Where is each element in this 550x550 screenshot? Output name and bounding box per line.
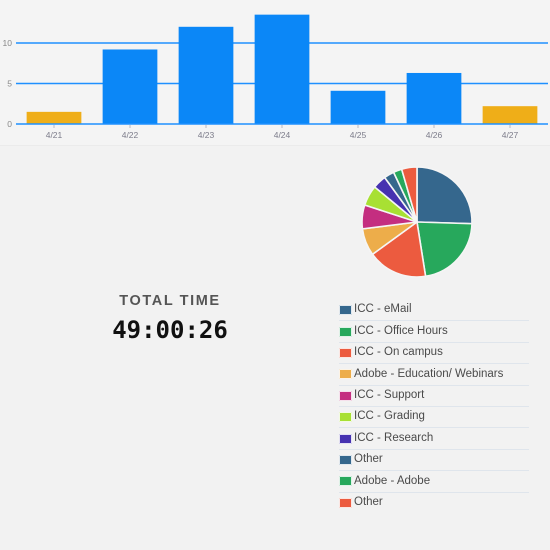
- legend-item[interactable]: ICC - Grading: [339, 407, 529, 429]
- legend-color-swatch-icon: [339, 412, 352, 423]
- pie-chart-panel: [345, 160, 495, 290]
- legend-item-label: Other: [354, 496, 383, 509]
- y-axis-tick-label: 0: [7, 119, 12, 129]
- bar-chart-y-axis-labels: 0 5 10: [3, 38, 13, 129]
- total-time-label: TOTAL TIME: [119, 293, 221, 309]
- bar[interactable]: [406, 72, 462, 124]
- legend-item-label: Adobe - Adobe: [354, 474, 431, 487]
- x-axis-tick-label: 4/24: [274, 130, 291, 140]
- legend-item[interactable]: Other: [339, 450, 529, 472]
- legend-color-swatch-icon: [339, 476, 352, 487]
- legend-color-swatch-icon: [339, 326, 352, 337]
- legend-item[interactable]: ICC - On campus: [339, 343, 529, 365]
- legend-item-label: ICC - Office Hours: [354, 324, 448, 337]
- legend-color-swatch-icon: [339, 433, 352, 444]
- legend-item[interactable]: Other: [339, 493, 529, 514]
- y-axis-tick-label: 5: [7, 79, 12, 89]
- legend-color-swatch-icon: [339, 347, 352, 358]
- dashboard-root: 0 5 10 4/21 4/22 4/23 4/24 4/25 4/26 4/27 TOTAL …: [0, 0, 550, 550]
- total-time-panel: TOTAL TIME 49:00:26: [55, 293, 285, 344]
- total-time-value: 49:00:26: [112, 316, 228, 344]
- legend-color-swatch-icon: [339, 454, 352, 465]
- bar[interactable]: [254, 14, 310, 124]
- x-axis-tick-label: 4/21: [46, 130, 63, 140]
- bar[interactable]: [26, 111, 82, 124]
- pie-chart-svg: [361, 166, 473, 278]
- x-axis-tick-label: 4/22: [122, 130, 139, 140]
- legend-color-swatch-icon: [339, 369, 352, 380]
- legend-item-label: ICC - Research: [354, 431, 434, 444]
- legend-color-swatch-icon: [339, 305, 352, 316]
- bar-chart-svg: 0 5 10 4/21 4/22 4/23 4/24 4/25 4/26 4/27: [3, 14, 548, 140]
- pie-chart-legend: ICC - eMail ICC - Office Hours ICC - On ca…: [339, 300, 529, 514]
- legend-item[interactable]: ICC - Research: [339, 428, 529, 450]
- bar-chart-x-axis-labels: 4/21 4/22 4/23 4/24 4/25 4/26 4/27: [46, 130, 519, 140]
- bar-chart-panel: 0 5 10 4/21 4/22 4/23 4/24 4/25 4/26 4/27: [0, 0, 550, 146]
- x-axis-tick-label: 4/26: [426, 130, 443, 140]
- legend-item-label: ICC - On campus: [354, 346, 443, 359]
- pie-chart-slices: [361, 166, 473, 278]
- legend-item[interactable]: Adobe - Adobe: [339, 471, 529, 493]
- x-axis-tick-label: 4/27: [502, 130, 519, 140]
- pie-slice[interactable]: [416, 166, 473, 225]
- legend-color-swatch-icon: [339, 390, 352, 401]
- legend-item-label: ICC - Grading: [354, 410, 425, 423]
- legend-item-label: Other: [354, 453, 383, 466]
- legend-item-label: Adobe - Education/ Webinars: [354, 367, 504, 380]
- legend-item-label: ICC - eMail: [354, 303, 412, 316]
- x-axis-tick-label: 4/25: [350, 130, 367, 140]
- bar[interactable]: [482, 106, 538, 124]
- bar-chart-x-ticks: [53, 125, 511, 128]
- legend-item[interactable]: ICC - Office Hours: [339, 321, 529, 343]
- bar[interactable]: [102, 49, 158, 125]
- pie-slice[interactable]: [416, 221, 473, 278]
- legend-item-label: ICC - Support: [354, 389, 425, 401]
- legend-item[interactable]: Adobe - Education/ Webinars: [339, 364, 529, 386]
- y-axis-tick-label: 10: [3, 38, 13, 48]
- bar[interactable]: [330, 90, 386, 124]
- legend-item[interactable]: ICC - Support: [339, 386, 529, 407]
- legend-color-swatch-icon: [339, 498, 352, 509]
- x-axis-tick-label: 4/23: [198, 130, 215, 140]
- legend-item[interactable]: ICC - eMail: [339, 300, 529, 322]
- bar[interactable]: [178, 26, 234, 124]
- bar-chart-bars: [26, 14, 538, 125]
